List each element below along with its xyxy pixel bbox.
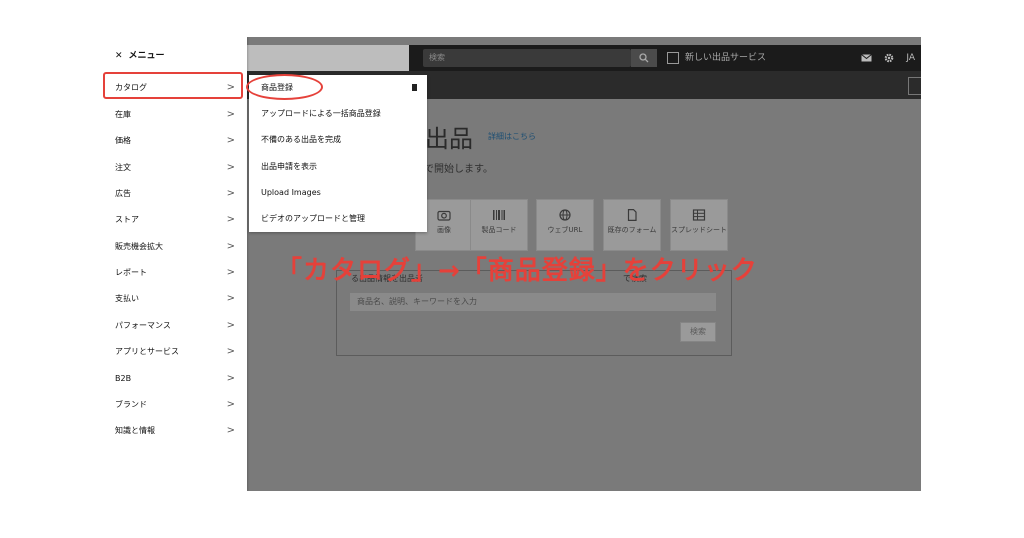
menu-header: ✕ メニュー	[115, 48, 165, 61]
submenu-item-upload-images[interactable]: Upload Images	[249, 180, 427, 206]
globe-icon	[559, 209, 571, 221]
chevron-right-icon: >	[226, 425, 235, 436]
menu-item-label: 広告	[115, 189, 131, 198]
tile-existing-form-label: 既存のフォーム	[607, 226, 657, 234]
close-icon[interactable]: ✕	[115, 51, 123, 61]
global-search-input[interactable]: 検索	[423, 49, 631, 67]
menu-item-reports[interactable]: レポート >	[103, 260, 247, 286]
chevron-right-icon: >	[226, 241, 235, 252]
bookmark-icon[interactable]	[412, 84, 417, 91]
menu-item-inventory[interactable]: 在庫 >	[103, 102, 247, 128]
search-icon	[639, 53, 649, 63]
document-icon	[627, 209, 637, 221]
chevron-right-icon: >	[226, 320, 235, 331]
menu-item-growth[interactable]: 販売機会拡大 >	[103, 234, 247, 260]
brand-logo-area	[247, 45, 409, 71]
tile-product-code[interactable]: 製品コード	[470, 199, 528, 251]
learn-more-link[interactable]: 詳細はこちら	[488, 131, 536, 142]
product-register-highlight-ellipse	[246, 74, 323, 100]
language-selector[interactable]: JA	[906, 53, 915, 63]
menu-item-payments[interactable]: 支払い >	[103, 286, 247, 312]
menu-item-label: ストア	[115, 215, 139, 224]
menu-item-label: 注文	[115, 163, 131, 172]
menu-item-label: 価格	[115, 136, 131, 145]
menu-item-label: レポート	[115, 268, 147, 277]
catalog-highlight-box	[103, 72, 243, 99]
menu-item-label: ブランド	[115, 400, 147, 409]
chevron-right-icon: >	[226, 293, 235, 304]
product-search-input[interactable]: 商品名、説明、キーワードを入力	[350, 293, 716, 311]
menu-item-apps-services[interactable]: アプリとサービス >	[103, 339, 247, 365]
chevron-right-icon: >	[226, 346, 235, 357]
tile-product-code-label: 製品コード	[481, 226, 517, 234]
menu-item-orders[interactable]: 注文 >	[103, 155, 247, 181]
spreadsheet-icon	[692, 209, 706, 221]
submenu-item-view-applications[interactable]: 出品申請を表示	[249, 154, 427, 180]
chevron-right-icon: >	[226, 214, 235, 225]
search-button[interactable]	[631, 49, 657, 67]
submenu-item-label: 出品申請を表示	[261, 162, 317, 171]
tile-web-url-label: ウェブURL	[547, 226, 583, 234]
camera-icon	[437, 210, 451, 221]
top-right-icons: JA	[861, 45, 915, 71]
submenu-item-bulk-upload[interactable]: アップロードによる一括商品登録	[249, 101, 427, 127]
menu-item-performance[interactable]: パフォーマンス >	[103, 313, 247, 339]
external-link-icon	[667, 51, 679, 64]
menu-item-store[interactable]: ストア >	[103, 207, 247, 233]
side-menu: ✕ メニュー カタログ > 在庫 > 価格 > 注文 > 広告 > ストア > 販売機会拡大 >…	[103, 37, 247, 491]
new-service-label: 新しい出品サービス	[685, 53, 767, 63]
menu-item-label: 知識と情報	[115, 426, 155, 435]
menu-item-label: 販売機会拡大	[115, 242, 163, 251]
toolbar-button[interactable]	[908, 77, 921, 95]
menu-title: メニュー	[128, 51, 165, 61]
submenu-item-label: 不備のある出品を完成	[261, 135, 341, 144]
menu-item-label: 在庫	[115, 110, 131, 119]
new-service-link[interactable]: 新しい出品サービス	[667, 45, 766, 71]
page-title: 出品	[425, 125, 473, 153]
submenu-item-label: Upload Images	[261, 188, 321, 197]
chevron-right-icon: >	[226, 109, 235, 120]
menu-item-label: 支払い	[115, 294, 139, 303]
top-navigation-bar: 検索 新しい出品サービス JA	[247, 45, 921, 71]
menu-item-pricing[interactable]: 価格 >	[103, 128, 247, 154]
tile-spreadsheet[interactable]: スプレッドシート	[670, 199, 728, 251]
barcode-icon	[493, 210, 505, 220]
chevron-right-icon: >	[226, 399, 235, 410]
instruction-text: 「カタログ」→「商品登録」をクリック	[276, 256, 758, 286]
menu-item-label: アプリとサービス	[115, 347, 179, 356]
chevron-right-icon: >	[226, 135, 235, 146]
chevron-right-icon: >	[226, 267, 235, 278]
submenu-item-label: ビデオのアップロードと管理	[261, 214, 365, 223]
menu-item-brands[interactable]: ブランド >	[103, 392, 247, 418]
tile-spreadsheet-label: スプレッドシート	[671, 226, 727, 234]
menu-item-advertising[interactable]: 広告 >	[103, 181, 247, 207]
chevron-right-icon: >	[226, 188, 235, 199]
mail-icon[interactable]	[861, 54, 873, 62]
chevron-right-icon: >	[226, 373, 235, 384]
search-submit-button[interactable]: 検索	[680, 322, 716, 342]
menu-item-label: B2B	[115, 374, 132, 383]
menu-item-learn[interactable]: 知識と情報 >	[103, 418, 247, 444]
menu-item-label: パフォーマンス	[115, 321, 171, 330]
tile-existing-form[interactable]: 既存のフォーム	[603, 199, 661, 251]
page-description: で開始します。	[424, 164, 493, 175]
submenu-item-complete-drafts[interactable]: 不備のある出品を完成	[249, 127, 427, 153]
submenu-item-label: アップロードによる一括商品登録	[261, 109, 381, 118]
menu-item-b2b[interactable]: B2B >	[103, 366, 247, 392]
chevron-right-icon: >	[226, 162, 235, 173]
submenu-item-videos[interactable]: ビデオのアップロードと管理	[249, 206, 427, 232]
tile-web-url[interactable]: ウェブURL	[536, 199, 594, 251]
gear-icon[interactable]	[884, 53, 894, 63]
